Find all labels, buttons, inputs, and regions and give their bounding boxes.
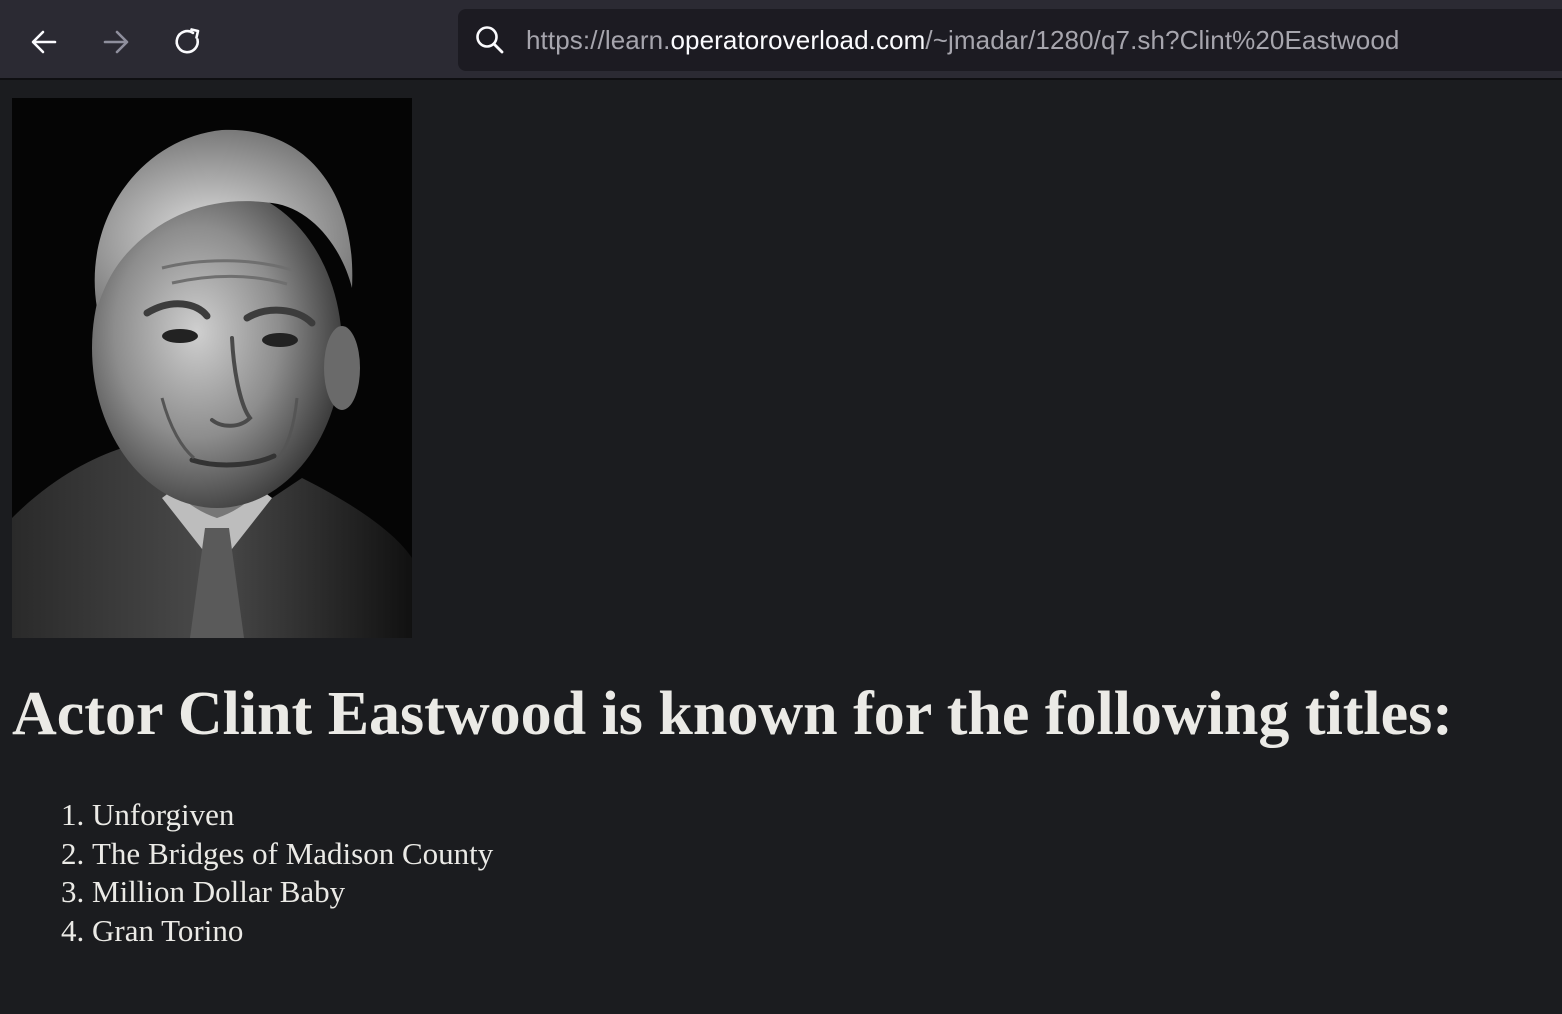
list-item: Gran Torino (92, 912, 493, 951)
search-icon (476, 26, 504, 54)
reload-icon (175, 28, 200, 54)
back-arrow-icon (31, 30, 57, 54)
url-prefix: https://learn. (526, 25, 671, 55)
actor-portrait (12, 98, 412, 638)
forward-button[interactable] (92, 18, 140, 66)
page-content: Actor Clint Eastwood is known for the fo… (0, 80, 1562, 1014)
url-domain: operatoroverload.com (670, 25, 926, 55)
titles-list: Unforgiven The Bridges of Madison County… (92, 796, 493, 950)
address-bar[interactable]: https://learn.operatoroverload.com/~jmad… (458, 9, 1562, 71)
list-item: Unforgiven (92, 796, 493, 835)
forward-arrow-icon (103, 30, 129, 54)
list-item: Million Dollar Baby (92, 873, 493, 912)
page-heading: Actor Clint Eastwood is known for the fo… (12, 680, 1453, 748)
url-text[interactable]: https://learn.operatoroverload.com/~jmad… (526, 9, 1399, 71)
reload-button[interactable] (164, 18, 212, 66)
browser-toolbar: https://learn.operatoroverload.com/~jmad… (0, 0, 1562, 80)
back-button[interactable] (20, 18, 68, 66)
url-suffix: /~jmadar/1280/q7.sh?Clint%20Eastwood (925, 25, 1400, 55)
list-item: The Bridges of Madison County (92, 835, 493, 874)
